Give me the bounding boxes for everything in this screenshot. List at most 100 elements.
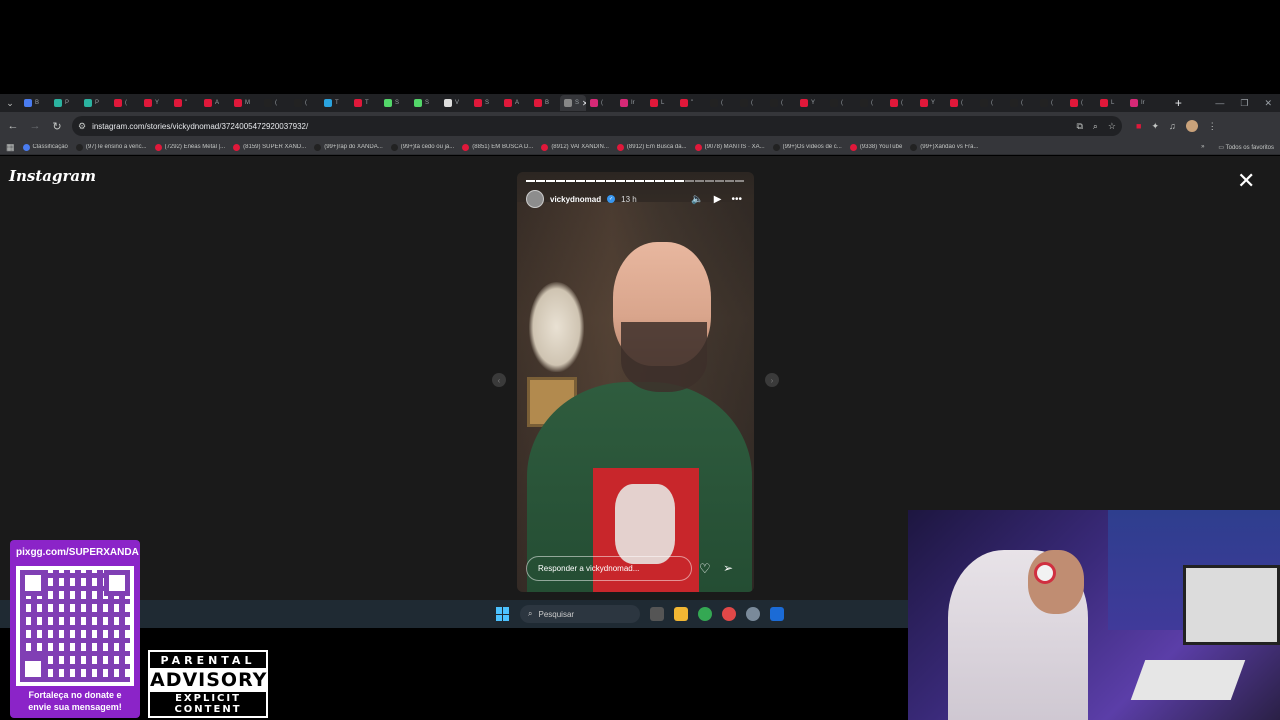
tab-label: Ir	[631, 100, 635, 106]
minimize-icon[interactable]: —	[1215, 98, 1224, 109]
app-icon[interactable]	[722, 607, 736, 621]
next-story-icon[interactable]: ›	[765, 373, 779, 387]
site-info-icon[interactable]: ⚙	[78, 121, 86, 132]
bookmark-item[interactable]: Classificação	[22, 143, 68, 151]
like-heart-icon[interactable]: ♡	[699, 561, 711, 577]
taskbar-search[interactable]: ⌕ Pesquisar	[520, 605, 640, 623]
tab-label: P	[65, 100, 70, 106]
browser-tab[interactable]: T	[350, 95, 380, 111]
story-progress-segment	[605, 180, 615, 182]
forward-icon[interactable]: →	[28, 120, 42, 132]
bookmark-item[interactable]: (99+)Os vídeos de c...	[772, 143, 842, 151]
settings-icon[interactable]	[746, 607, 760, 621]
tab-favicon-icon	[890, 99, 898, 107]
task-view-icon[interactable]	[650, 607, 664, 621]
browser-tab[interactable]: (	[290, 95, 320, 111]
bookmark-item[interactable]: (97)Te ensino a venc...	[75, 143, 147, 151]
close-window-icon[interactable]: ✕	[1264, 98, 1272, 109]
reload-icon[interactable]: ↻	[50, 120, 64, 133]
browser-tab[interactable]: (	[706, 95, 736, 111]
browser-tab[interactable]: S	[380, 95, 410, 111]
story-progress-segment	[535, 180, 545, 182]
instagram-logo[interactable]: Instagram	[9, 167, 96, 185]
browser-tab[interactable]: "	[676, 95, 706, 111]
url-text[interactable]: instagram.com/stories/vickydnomad/372400…	[92, 122, 1070, 131]
bookmark-item[interactable]: (7292) Enéas Metal |...	[154, 143, 225, 151]
browser-tab[interactable]: B	[20, 95, 50, 111]
browser-tab[interactable]: (	[856, 95, 886, 111]
bookmark-item[interactable]: (99+)Xandão vs Fra...	[910, 143, 979, 151]
all-bookmarks-folder[interactable]: ▭ Todos os favoritos	[1218, 144, 1274, 151]
file-explorer-icon[interactable]	[674, 607, 688, 621]
new-tab-button[interactable]: +	[1169, 96, 1187, 110]
bookmark-item[interactable]: (9078) MANTIS · XA...	[694, 143, 765, 151]
browser-tab[interactable]: A	[200, 95, 230, 111]
browser-tab[interactable]: Y	[140, 95, 170, 111]
more-bookmarks-icon[interactable]: »	[1201, 144, 1204, 150]
extensions-icon[interactable]: ✦	[1151, 121, 1159, 132]
steam-icon[interactable]	[770, 607, 784, 621]
bookmark-item[interactable]: (9338) YouTube	[849, 143, 902, 151]
bookmark-item[interactable]: (8851) EM BUSCA D...	[462, 143, 533, 151]
bookmark-star-icon[interactable]: ☆	[1108, 121, 1116, 132]
bookmark-item[interactable]: (8912) Em Busca da...	[616, 143, 687, 151]
browser-tab[interactable]: (	[1066, 95, 1096, 111]
browser-tab[interactable]: (	[260, 95, 290, 111]
browser-tab[interactable]: L	[646, 95, 676, 111]
browser-tab[interactable]: P	[80, 95, 110, 111]
profile-avatar[interactable]	[1185, 120, 1198, 132]
story-username[interactable]: vickydnomad	[550, 195, 601, 204]
browser-tab[interactable]: (	[826, 95, 856, 111]
browser-tab[interactable]: S ✕	[560, 95, 586, 111]
browser-tab[interactable]: Ir	[616, 95, 646, 111]
previous-story-icon[interactable]: ‹	[492, 373, 506, 387]
browser-tab[interactable]: M	[230, 95, 260, 111]
bookmark-item[interactable]: (8159) SUPER XAND...	[233, 143, 306, 151]
browser-tab[interactable]: Y	[796, 95, 826, 111]
apps-grid-icon[interactable]: ▦	[6, 142, 15, 153]
browser-tab[interactable]: V	[440, 95, 470, 111]
browser-tab[interactable]: S	[470, 95, 500, 111]
close-story-icon[interactable]: ✕	[1237, 170, 1255, 192]
play-icon[interactable]: ▶	[714, 194, 722, 205]
browser-tab[interactable]: P	[50, 95, 80, 111]
extension-icon[interactable]: ■	[1136, 121, 1141, 131]
browser-tab[interactable]: (	[946, 95, 976, 111]
story-viewer[interactable]: vickydnomad ✓ 13 h 🔈 ▶ ••• Responder a v…	[517, 172, 754, 592]
send-icon[interactable]: ➢	[723, 561, 733, 575]
mute-icon[interactable]: 🔈	[691, 194, 703, 205]
browser-tab[interactable]: A	[500, 95, 530, 111]
browser-tab[interactable]: (	[886, 95, 916, 111]
browser-tab[interactable]: T	[320, 95, 350, 111]
bookmark-item[interactable]: (99+)tá cedo ou já...	[390, 143, 454, 151]
restore-icon[interactable]: ❐	[1240, 98, 1248, 109]
browser-tab[interactable]: (	[1006, 95, 1036, 111]
bookmark-item[interactable]: (99+)rap do XANDÃ...	[314, 143, 383, 151]
chrome-icon[interactable]	[698, 607, 712, 621]
reply-input[interactable]: Responder a vickydnomad...	[526, 556, 692, 581]
browser-tab[interactable]: (	[586, 95, 616, 111]
address-bar[interactable]: ⚙ instagram.com/stories/vickydnomad/3724…	[72, 116, 1122, 136]
more-options-icon[interactable]: •••	[731, 194, 742, 205]
start-button[interactable]	[496, 607, 510, 621]
menu-icon[interactable]: ⋮	[1208, 121, 1217, 132]
browser-tab[interactable]: S	[410, 95, 440, 111]
browser-tab[interactable]: B	[530, 95, 560, 111]
story-avatar[interactable]	[526, 190, 544, 208]
zoom-icon[interactable]: ⌕	[1093, 121, 1098, 132]
install-app-icon[interactable]: ⧉	[1076, 121, 1082, 132]
media-icon[interactable]: ♫	[1169, 121, 1176, 131]
browser-tab[interactable]: "	[170, 95, 200, 111]
browser-tab[interactable]: (	[766, 95, 796, 111]
back-icon[interactable]: ←	[6, 120, 20, 132]
tab-label: S	[575, 100, 580, 106]
browser-tab[interactable]: (	[110, 95, 140, 111]
browser-tab[interactable]: (	[976, 95, 1006, 111]
tab-search-dropdown-icon[interactable]: ⌄	[0, 94, 20, 112]
browser-tab[interactable]: Y	[916, 95, 946, 111]
browser-tab[interactable]: Ir	[1126, 95, 1156, 111]
browser-tab[interactable]: (	[1036, 95, 1066, 111]
browser-tab[interactable]: (	[736, 95, 766, 111]
bookmark-item[interactable]: (8912) VAI XANDIN...	[541, 143, 609, 151]
browser-tab[interactable]: L	[1096, 95, 1126, 111]
